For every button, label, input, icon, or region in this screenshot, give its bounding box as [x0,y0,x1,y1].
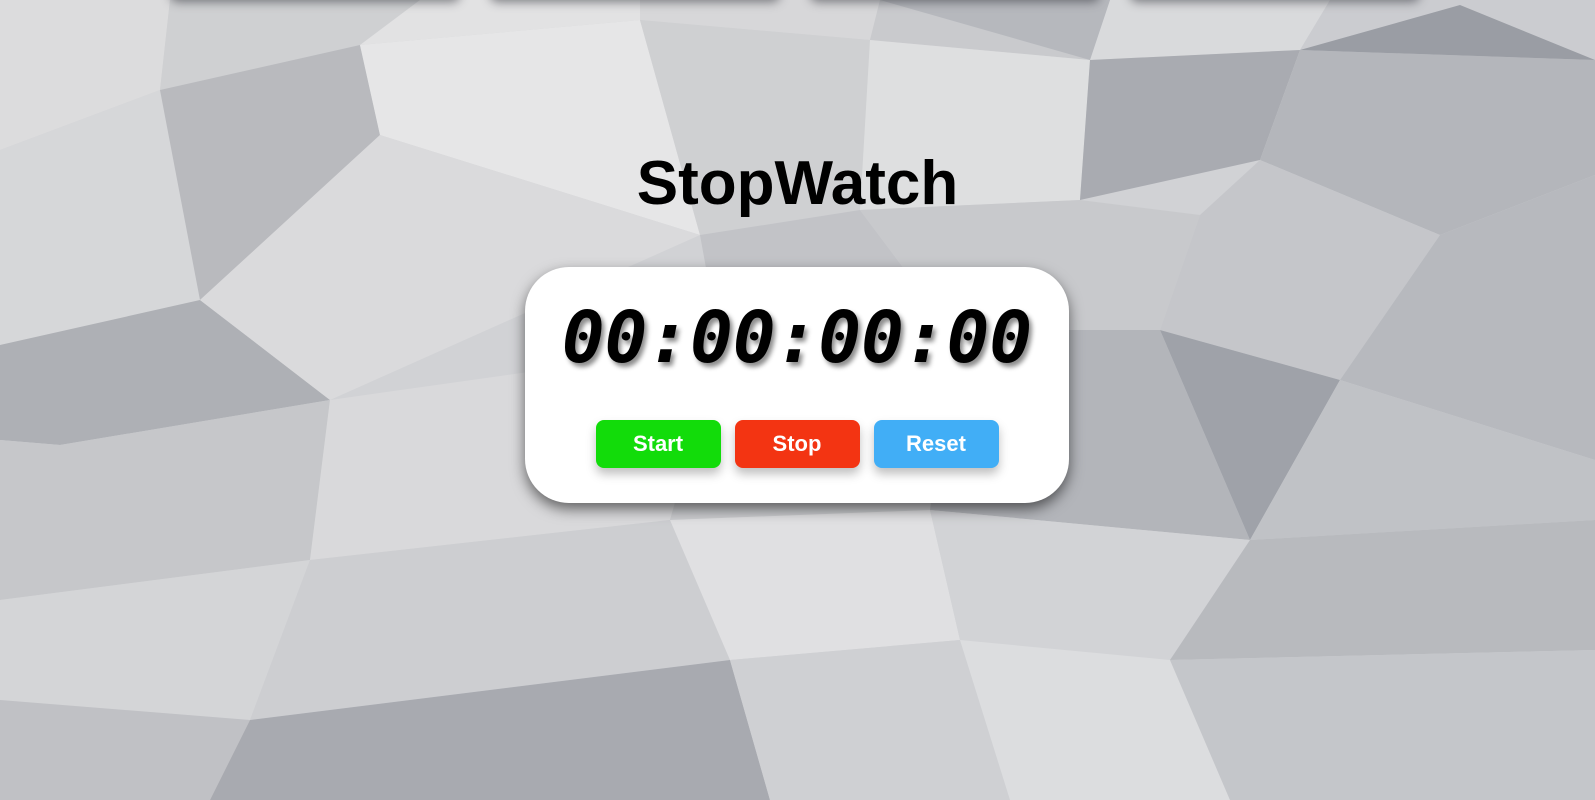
reset-button[interactable]: Reset [873,420,999,468]
page-title: StopWatch [636,149,959,218]
button-row: Start Stop Reset [525,420,1069,468]
top-nav-shadow-1 [170,0,460,2]
stop-button[interactable]: Stop [734,420,860,468]
top-nav-shadow-2 [490,0,780,2]
top-nav-shadow-4 [1130,0,1420,2]
time-display: 00:00:00:00 [561,296,1033,379]
stopwatch-card: 00:00:00:00 Start Stop Reset [525,267,1069,503]
start-button[interactable]: Start [595,420,721,468]
top-nav-shadow-3 [810,0,1100,2]
